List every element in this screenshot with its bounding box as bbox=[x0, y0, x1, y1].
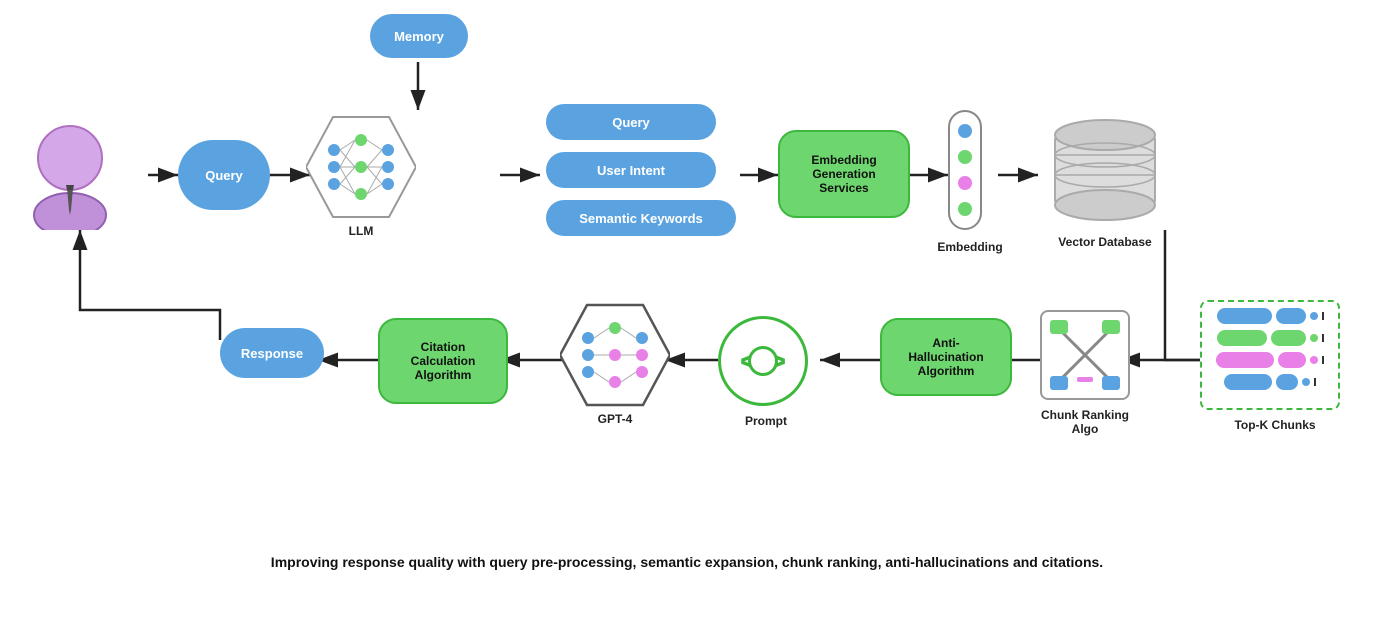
citation-label: Citation Calculation Algorithm bbox=[411, 340, 476, 382]
embedding-gen-node: Embedding Generation Services bbox=[778, 130, 910, 218]
topk-row-3 bbox=[1216, 352, 1324, 368]
user-intent-tag: User Intent bbox=[546, 152, 716, 188]
topk-bar-green-2 bbox=[1271, 330, 1306, 346]
topk-dot-2 bbox=[1310, 334, 1318, 342]
topk-label: Top-K Chunks bbox=[1220, 418, 1330, 432]
topk-dot-3 bbox=[1310, 356, 1318, 364]
embedding-gen-label: Embedding Generation Services bbox=[811, 153, 876, 195]
topk-dot-1 bbox=[1310, 312, 1318, 320]
query-label: Query bbox=[205, 168, 243, 183]
topk-row-2 bbox=[1217, 330, 1324, 346]
embedding-label: Embedding bbox=[930, 240, 1010, 254]
memory-node: Memory bbox=[370, 14, 468, 58]
caption: Improving response quality with query pr… bbox=[271, 554, 1103, 570]
user-intent-label: User Intent bbox=[597, 163, 665, 178]
topk-line-4 bbox=[1314, 378, 1316, 386]
vector-db-node: Vector Database bbox=[1040, 100, 1170, 235]
topk-bar-blue-2 bbox=[1276, 308, 1306, 324]
prompt-label: Prompt bbox=[726, 414, 806, 428]
query-tag-label: Query bbox=[612, 115, 650, 130]
semantic-keywords-tag: Semantic Keywords bbox=[546, 200, 736, 236]
topk-bar-blue-1 bbox=[1217, 308, 1272, 324]
citation-node: Citation Calculation Algorithm bbox=[378, 318, 508, 404]
gpt4-label: GPT-4 bbox=[560, 412, 670, 426]
response-node: Response bbox=[220, 328, 324, 378]
llm-node: LLM bbox=[306, 112, 416, 222]
topk-bar-pink-2 bbox=[1278, 352, 1306, 368]
pill-dot-1 bbox=[958, 124, 972, 138]
pill-dot-3 bbox=[958, 176, 972, 190]
gpt4-node: GPT-4 bbox=[560, 300, 670, 410]
topk-row-4 bbox=[1224, 374, 1316, 390]
vector-db-label: Vector Database bbox=[1040, 235, 1170, 249]
diagram-container: Query Memory bbox=[0, 0, 1374, 580]
topk-chunks-node bbox=[1200, 300, 1340, 410]
topk-line-2 bbox=[1322, 334, 1324, 342]
query-tag: Query bbox=[546, 104, 716, 140]
avatar bbox=[20, 120, 120, 230]
topk-dot-4 bbox=[1302, 378, 1310, 386]
chunk-ranking-label: Chunk Ranking Algo bbox=[1038, 408, 1132, 436]
prompt-inner-circle bbox=[748, 346, 778, 376]
topk-row-1 bbox=[1217, 308, 1324, 324]
semantic-keywords-label: Semantic Keywords bbox=[579, 211, 703, 226]
llm-label: LLM bbox=[306, 224, 416, 238]
response-label: Response bbox=[241, 346, 303, 361]
pill-dot-2 bbox=[958, 150, 972, 164]
anti-halluc-label: Anti- Hallucination Algorithm bbox=[908, 336, 983, 378]
topk-bar-blue-3 bbox=[1224, 374, 1272, 390]
topk-bar-green-1 bbox=[1217, 330, 1267, 346]
anti-halluc-node: Anti- Hallucination Algorithm bbox=[880, 318, 1012, 396]
arrows-svg bbox=[0, 0, 1374, 580]
topk-bar-pink-1 bbox=[1216, 352, 1274, 368]
query-node: Query bbox=[178, 140, 270, 210]
pill-dot-4 bbox=[958, 202, 972, 216]
topk-bar-blue-4 bbox=[1276, 374, 1298, 390]
topk-line-3 bbox=[1322, 356, 1324, 364]
embedding-pill bbox=[948, 110, 982, 230]
chunk-ranking-node bbox=[1040, 310, 1130, 400]
memory-label: Memory bbox=[394, 29, 444, 44]
topk-line-1 bbox=[1322, 312, 1324, 320]
